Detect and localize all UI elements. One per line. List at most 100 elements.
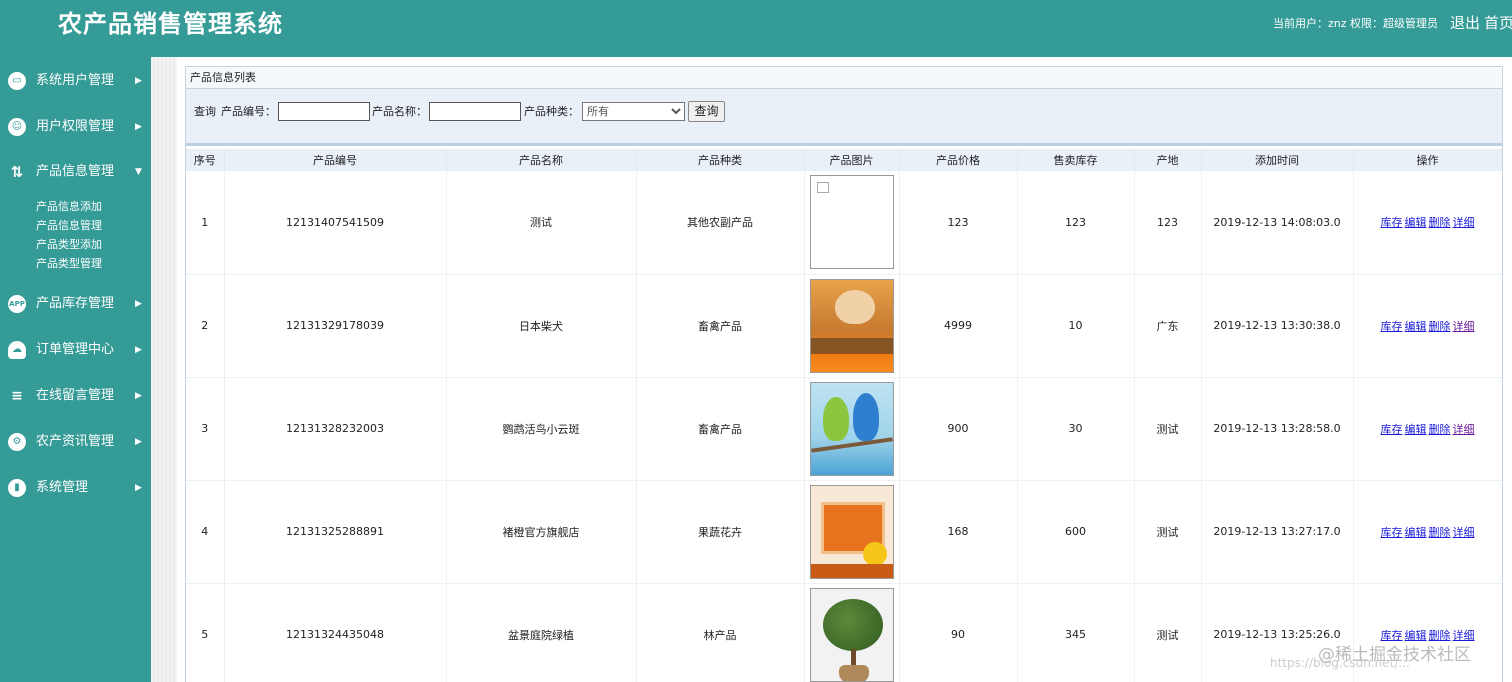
- product-type-select[interactable]: 所有: [582, 102, 685, 121]
- arrows-icon: ⇅: [10, 163, 24, 181]
- detail-link[interactable]: 详细: [1453, 320, 1475, 333]
- user-gear-icon: ☺: [8, 118, 26, 136]
- cell-type: 果蔬花卉: [636, 480, 805, 584]
- detail-link[interactable]: 详细: [1453, 526, 1475, 539]
- stock-link[interactable]: 库存: [1381, 423, 1403, 436]
- sidebar-item-product-info[interactable]: ⇅ 产品信息管理 ▼: [0, 157, 151, 187]
- sidebar-item-messages[interactable]: ≡ 在线留言管理 ▶: [0, 381, 151, 411]
- cell-ops: 库存 编辑 删除 详细: [1353, 480, 1502, 584]
- col-header-name: 产品名称: [446, 149, 637, 171]
- edit-link[interactable]: 编辑: [1405, 526, 1427, 539]
- submenu-add-product[interactable]: 产品信息添加: [36, 197, 102, 216]
- delete-link[interactable]: 删除: [1429, 216, 1451, 229]
- sidebar-item-label: 系统管理: [36, 480, 89, 495]
- delete-link[interactable]: 删除: [1429, 320, 1451, 333]
- col-header-time: 添加时间: [1201, 149, 1354, 171]
- sidebar-item-label: 产品信息管理: [36, 164, 115, 179]
- submenu-manage-type[interactable]: 产品类型管理: [36, 254, 102, 273]
- detail-link[interactable]: 详细: [1453, 423, 1475, 436]
- home-link[interactable]: 首页: [1484, 14, 1512, 32]
- header-links: 退出 首页: [1450, 12, 1512, 34]
- cell-stock: 345: [1017, 583, 1135, 682]
- detail-link[interactable]: 详细: [1453, 216, 1475, 229]
- cell-no: 2: [186, 274, 225, 378]
- edit-link[interactable]: 编辑: [1405, 320, 1427, 333]
- product-info-submenu: 产品信息添加 产品信息管理 产品类型添加 产品类型管理: [36, 197, 102, 273]
- submenu-manage-product[interactable]: 产品信息管理: [36, 216, 102, 235]
- col-header-price: 产品价格: [899, 149, 1018, 171]
- cell-time: 2019-12-13 14:08:03.0: [1201, 171, 1354, 275]
- sidebar-item-label: 产品库存管理: [36, 296, 115, 311]
- chevron-right-icon: ▶: [135, 299, 142, 309]
- cell-type: 畜禽产品: [636, 377, 805, 481]
- sidebar-item-inventory[interactable]: APP 产品库存管理 ▶: [0, 289, 151, 319]
- cell-stock: 10: [1017, 274, 1135, 378]
- stock-link[interactable]: 库存: [1381, 526, 1403, 539]
- product-list-panel: 产品信息列表 查询 产品编号： 产品名称： 产品种类： 所有 查询 序号 产品编…: [185, 66, 1503, 682]
- cell-price: 168: [899, 480, 1018, 584]
- cell-type: 林产品: [636, 583, 805, 682]
- sidebar-item-label: 用户权限管理: [36, 119, 115, 134]
- table-row: 2 12131329178039 日本柴犬 畜禽产品 4999 10 广东 20…: [186, 274, 1502, 378]
- monitor-icon: ▭: [8, 72, 26, 90]
- sidebar-item-system-users[interactable]: ▭ 系统用户管理 ▶: [0, 66, 151, 96]
- edit-link[interactable]: 编辑: [1405, 216, 1427, 229]
- logout-link[interactable]: 退出: [1450, 14, 1480, 32]
- cell-name: 日本柴犬: [446, 274, 637, 378]
- stock-link[interactable]: 库存: [1381, 216, 1403, 229]
- product-image-parrot: [809, 381, 894, 476]
- product-code-input[interactable]: [278, 102, 370, 121]
- cell-price: 123: [899, 171, 1018, 275]
- cell-ops: 库存 编辑 删除 详细: [1353, 274, 1502, 378]
- app-title: 农产品销售管理系统: [58, 10, 283, 38]
- table-header-row: 序号 产品编号 产品名称 产品种类 产品图片 产品价格 售卖库存 产地 添加时间…: [186, 149, 1502, 171]
- sidebar-item-orders[interactable]: ☁ 订单管理中心 ▶: [0, 335, 151, 365]
- product-name-input[interactable]: [429, 102, 521, 121]
- cell-origin: 测试: [1134, 583, 1202, 682]
- bar-chart-icon: ▮: [8, 479, 26, 497]
- table-row: 4 12131325288891 褚橙官方旗舰店 果蔬花卉 168 600 测试…: [186, 480, 1502, 584]
- col-header-code: 产品编号: [224, 149, 447, 171]
- cell-code: 12131328232003: [224, 377, 447, 481]
- stock-link[interactable]: 库存: [1381, 320, 1403, 333]
- delete-link[interactable]: 删除: [1429, 526, 1451, 539]
- col-header-image: 产品图片: [804, 149, 900, 171]
- gear-icon: ⚙: [8, 433, 26, 451]
- cell-code: 12131324435048: [224, 583, 447, 682]
- product-code-label: 产品编号：: [221, 105, 276, 118]
- panel-divider: [186, 143, 1502, 146]
- chevron-right-icon: ▶: [135, 391, 142, 401]
- delete-link[interactable]: 删除: [1429, 423, 1451, 436]
- cell-code: 12131329178039: [224, 274, 447, 378]
- search-query-label: 查询: [194, 105, 216, 118]
- product-image-bonsai: [809, 587, 894, 682]
- table-row: 1 12131407541509 测试 其他农副产品 123 123 123 2…: [186, 171, 1502, 275]
- cloud-icon: ☁: [8, 341, 26, 359]
- table-row: 3 12131328232003 鹦鹉活鸟小云斑 畜禽产品 900 30 测试 …: [186, 377, 1502, 481]
- cell-price: 90: [899, 583, 1018, 682]
- broken-image-icon: [809, 175, 894, 270]
- cell-origin: 广东: [1134, 274, 1202, 378]
- search-bar: 查询 产品编号： 产品名称： 产品种类： 所有 查询: [186, 89, 1502, 143]
- cell-type: 畜禽产品: [636, 274, 805, 378]
- product-type-label: 产品种类：: [524, 105, 579, 118]
- col-header-no: 序号: [186, 149, 225, 171]
- search-button[interactable]: 查询: [688, 101, 725, 122]
- chevron-right-icon: ▶: [135, 122, 142, 132]
- cell-stock: 600: [1017, 480, 1135, 584]
- chevron-right-icon: ▶: [135, 76, 142, 86]
- submenu-add-type[interactable]: 产品类型添加: [36, 235, 102, 254]
- sidebar-item-permissions[interactable]: ☺ 用户权限管理 ▶: [0, 112, 151, 142]
- sidebar-item-system[interactable]: ▮ 系统管理 ▶: [0, 473, 151, 503]
- sidebar-separator: [151, 57, 177, 682]
- stack-icon: ≡: [11, 388, 23, 404]
- chevron-right-icon: ▶: [135, 437, 142, 447]
- cell-no: 5: [186, 583, 225, 682]
- edit-link[interactable]: 编辑: [1405, 423, 1427, 436]
- cell-time: 2019-12-13 13:30:38.0: [1201, 274, 1354, 378]
- cell-no: 1: [186, 171, 225, 275]
- sidebar-item-news[interactable]: ⚙ 农产资讯管理 ▶: [0, 427, 151, 457]
- cell-no: 3: [186, 377, 225, 481]
- cell-image: [804, 274, 900, 378]
- cell-name: 鹦鹉活鸟小云斑: [446, 377, 637, 481]
